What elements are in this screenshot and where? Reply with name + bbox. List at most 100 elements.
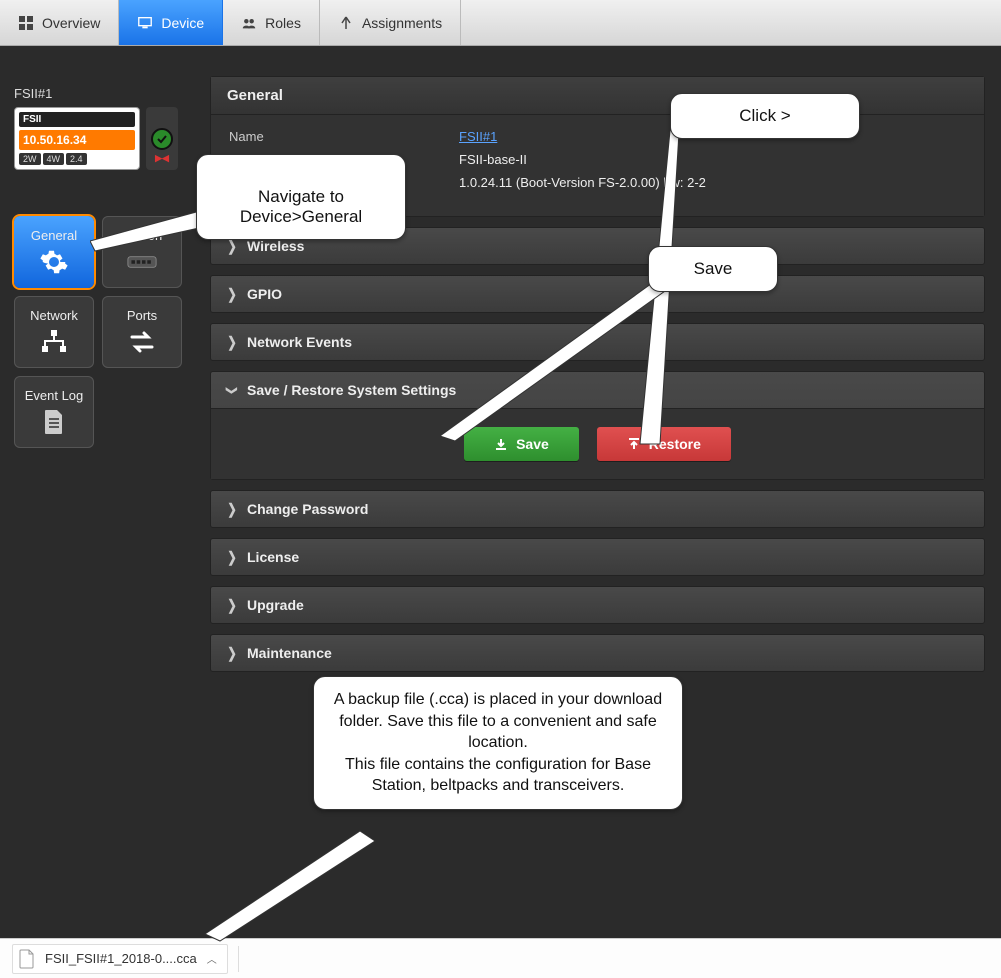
sidebar-item-ports[interactable]: Ports xyxy=(102,296,182,368)
sidebar-item-station[interactable]: Station xyxy=(102,216,182,288)
panel-title: Upgrade xyxy=(247,597,304,613)
panel-title: Save / Restore System Settings xyxy=(247,382,456,398)
main-area: FSII#1 FSII 10.50.16.34 2W 4W 2.4 ▶◀ Gen… xyxy=(0,46,1001,938)
callout-save: Save xyxy=(648,246,778,292)
panel-title: Network Events xyxy=(247,334,352,350)
device-modes: 2W 4W 2.4 xyxy=(19,153,135,165)
chevron-up-icon[interactable]: ︿ xyxy=(207,951,217,966)
download-bar: FSII_FSII#1_2018-0....cca ︿ xyxy=(0,938,1001,978)
device-box: FSII 10.50.16.34 2W 4W 2.4 xyxy=(14,107,140,170)
callout-text: Navigate to Device>General xyxy=(240,187,362,226)
assign-icon xyxy=(338,15,354,31)
callout-navigate: Navigate to Device>General xyxy=(196,154,406,240)
tab-assignments[interactable]: Assignments xyxy=(320,0,461,45)
sidebar-item-general[interactable]: General xyxy=(14,216,94,288)
restore-button[interactable]: Restore xyxy=(597,427,731,461)
tab-device[interactable]: Device xyxy=(119,0,223,45)
tab-overview[interactable]: Overview xyxy=(0,0,119,45)
callout-click: Click > xyxy=(670,93,860,139)
download-filename: FSII_FSII#1_2018-0....cca xyxy=(45,951,197,966)
file-icon xyxy=(19,949,35,969)
panel-upgrade-header[interactable]: ❯ Upgrade xyxy=(211,587,984,623)
callout-backup: A backup file (.cca) is placed in your d… xyxy=(313,676,683,810)
sidebar-item-label: Station xyxy=(122,228,162,243)
panel-license-header[interactable]: ❯ License xyxy=(211,539,984,575)
chevron-right-icon: ❯ xyxy=(227,501,237,518)
chevron-right-icon: ❯ xyxy=(227,286,237,303)
chevron-right-icon: ❯ xyxy=(227,238,237,255)
chevron-right-icon: ❯ xyxy=(227,645,237,662)
panel-license: ❯ License xyxy=(210,538,985,576)
sidebar-item-event-log[interactable]: Event Log xyxy=(14,376,94,448)
sidebar-item-label: Network xyxy=(30,308,78,323)
callout-text: Click > xyxy=(739,106,790,125)
sync-arrows-icon: ▶◀ xyxy=(155,153,169,164)
sidebar-nav: General Station Network Ports xyxy=(14,216,194,448)
restore-icon xyxy=(627,437,641,451)
save-restore-body: Save Restore xyxy=(211,409,984,479)
panel-network-events: ❯ Network Events xyxy=(210,323,985,361)
status-icon: ▶◀ xyxy=(146,107,178,170)
panel-maintenance-header[interactable]: ❯ Maintenance xyxy=(211,635,984,671)
save-icon xyxy=(494,437,508,451)
ports-icon xyxy=(127,327,157,357)
device-version-value: 1.0.24.11 (Boot-Version FS-2.0.00) hw: 2… xyxy=(459,175,706,190)
device-icon xyxy=(137,15,153,31)
divider xyxy=(238,946,239,972)
panel-network-events-header[interactable]: ❯ Network Events xyxy=(211,324,984,360)
panel-change-password-header[interactable]: ❯ Change Password xyxy=(211,491,984,527)
sidebar-item-network[interactable]: Network xyxy=(14,296,94,368)
document-icon xyxy=(39,407,69,437)
panel-gpio: ❯ GPIO xyxy=(210,275,985,313)
mode-badge: 4W xyxy=(43,153,65,165)
chevron-right-icon: ❯ xyxy=(227,549,237,566)
panel-title: GPIO xyxy=(247,286,282,302)
panel-maintenance: ❯ Maintenance xyxy=(210,634,985,672)
panel-title: Maintenance xyxy=(247,645,332,661)
tab-label: Assignments xyxy=(362,15,442,31)
panel-title: General xyxy=(227,87,283,104)
sidebar-item-label: Event Log xyxy=(25,388,84,403)
panel-change-password: ❯ Change Password xyxy=(210,490,985,528)
station-icon xyxy=(127,247,157,277)
chevron-right-icon: ❯ xyxy=(227,597,237,614)
tab-label: Overview xyxy=(42,15,100,31)
chevron-right-icon: ❯ xyxy=(227,334,237,351)
device-name-link[interactable]: FSII#1 xyxy=(459,129,497,144)
callout-text: Save xyxy=(694,259,733,278)
panel-upgrade: ❯ Upgrade xyxy=(210,586,985,624)
chevron-down-icon: ❯ xyxy=(226,385,239,395)
device-type-value: FSII-base-II xyxy=(459,152,527,167)
sidebar-item-label: Ports xyxy=(127,308,157,323)
check-icon xyxy=(151,128,173,150)
device-ip: 10.50.16.34 xyxy=(19,130,135,150)
device-name: FSII xyxy=(19,112,135,127)
panel-title: Change Password xyxy=(247,501,368,517)
tab-label: Device xyxy=(161,15,204,31)
panel-general-header[interactable]: General xyxy=(211,77,984,115)
people-icon xyxy=(241,15,257,31)
gear-icon xyxy=(39,247,69,277)
save-button[interactable]: Save xyxy=(464,427,579,461)
mode-badge: 2W xyxy=(19,153,41,165)
tab-label: Roles xyxy=(265,15,301,31)
panel-gpio-header[interactable]: ❯ GPIO xyxy=(211,276,984,312)
panel-save-restore: ❯ Save / Restore System Settings Save Re… xyxy=(210,371,985,480)
callout-line xyxy=(200,826,380,946)
download-item[interactable]: FSII_FSII#1_2018-0....cca ︿ xyxy=(12,944,228,974)
device-title: FSII#1 xyxy=(14,86,194,101)
device-card[interactable]: FSII 10.50.16.34 2W 4W 2.4 ▶◀ xyxy=(14,107,194,170)
sidebar: FSII#1 FSII 10.50.16.34 2W 4W 2.4 ▶◀ Gen… xyxy=(14,86,194,448)
button-label: Save xyxy=(516,436,549,452)
network-icon xyxy=(39,327,69,357)
panel-title: License xyxy=(247,549,299,565)
top-nav: Overview Device Roles Assignments xyxy=(0,0,1001,46)
button-label: Restore xyxy=(649,436,701,452)
callout-text: A backup file (.cca) is placed in your d… xyxy=(334,691,662,794)
field-label-name: Name xyxy=(229,129,459,144)
panel-title: Wireless xyxy=(247,238,304,254)
sidebar-item-label: General xyxy=(31,228,77,243)
tab-roles[interactable]: Roles xyxy=(223,0,320,45)
panel-save-restore-header[interactable]: ❯ Save / Restore System Settings xyxy=(211,372,984,409)
grid-icon xyxy=(18,15,34,31)
